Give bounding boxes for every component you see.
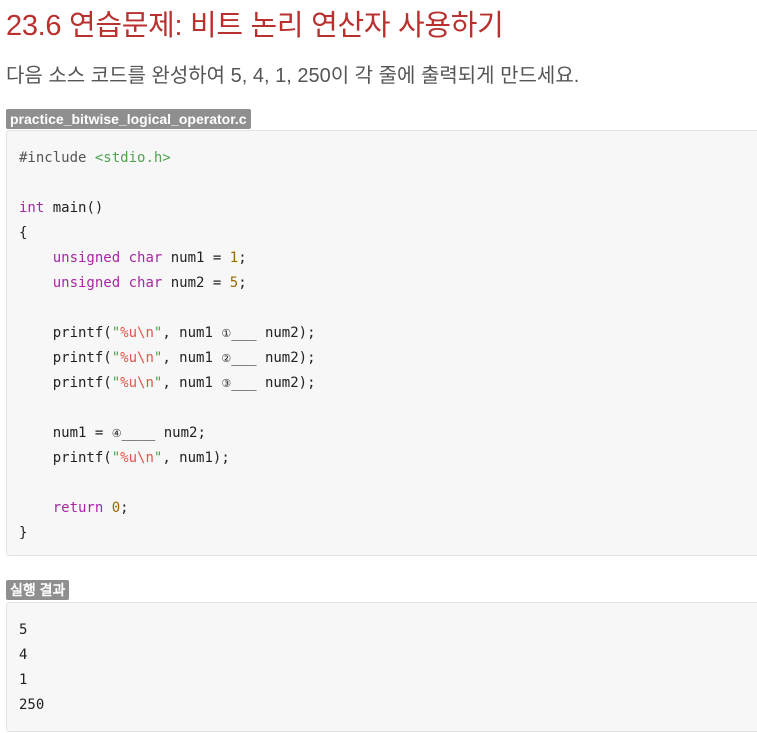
newline-escape: \n: [137, 375, 154, 391]
format-spec: %u: [120, 375, 138, 391]
format-spec: %u: [120, 350, 138, 366]
num1-value: 1: [229, 250, 239, 266]
source-code-block[interactable]: #include <stdio.h> int main() { unsigned…: [6, 130, 757, 556]
output-line: 250: [19, 697, 45, 713]
assign-prefix: num1 =: [52, 425, 112, 441]
printf-args-suffix: num2);: [256, 350, 316, 366]
output-block[interactable]: 5 4 1 250: [6, 602, 757, 732]
blank-3: ___: [231, 375, 257, 391]
quote: ": [111, 450, 121, 466]
newline-escape: \n: [137, 325, 154, 341]
quote: ": [111, 350, 121, 366]
printf-args-suffix: num2);: [256, 375, 316, 391]
newline-escape: \n: [137, 350, 154, 366]
blank-1: ___: [231, 325, 257, 341]
exercise-description: 다음 소스 코드를 완성하여 5, 4, 1, 250이 각 줄에 출력되게 만…: [6, 65, 580, 87]
printf-call: printf(: [52, 350, 112, 366]
blank-4: ____: [121, 425, 156, 441]
main-signature: main(): [52, 200, 104, 216]
printf-args-prefix: , num1: [162, 375, 222, 391]
char-keyword: char: [128, 275, 163, 291]
result-tag: 실행 결과: [6, 580, 70, 600]
int-keyword: int: [19, 200, 45, 216]
num1-declaration: num1 =: [170, 250, 230, 266]
printf-args-prefix: , num1: [162, 350, 222, 366]
unsigned-keyword: unsigned: [52, 250, 121, 266]
return-value: 0: [111, 500, 121, 516]
source-code: #include <stdio.h> int main() { unsigned…: [7, 131, 757, 561]
assign-suffix: num2;: [155, 425, 206, 441]
num2-value: 5: [229, 275, 239, 291]
semicolon: ;: [120, 500, 129, 516]
output-text: 5 4 1 250: [7, 603, 757, 733]
blank-2-marker: ②: [221, 352, 232, 365]
blank-3-marker: ③: [221, 377, 232, 390]
quote: ": [111, 325, 121, 341]
close-brace: }: [19, 525, 28, 541]
blank-2: ___: [231, 350, 257, 366]
blank-4-marker: ④: [111, 427, 122, 440]
format-spec: %u: [120, 325, 138, 341]
semicolon: ;: [238, 275, 247, 291]
char-keyword: char: [128, 250, 163, 266]
semicolon: ;: [238, 250, 247, 266]
output-line: 1: [19, 672, 28, 688]
printf-call: printf(: [52, 375, 112, 391]
printf-call: printf(: [52, 325, 112, 341]
unsigned-keyword: unsigned: [52, 275, 121, 291]
printf-last-args: , num1);: [162, 450, 230, 466]
open-brace: {: [19, 225, 28, 241]
include-header: <stdio.h>: [94, 150, 171, 166]
format-spec: %u: [120, 450, 138, 466]
blank-1-marker: ①: [221, 327, 232, 340]
page-title: 23.6 연습문제: 비트 논리 연산자 사용하기: [6, 10, 504, 42]
output-line: 4: [19, 647, 28, 663]
include-directive: #include: [19, 150, 87, 166]
printf-call: printf(: [52, 450, 112, 466]
source-filename-tag: practice_bitwise_logical_operator.c: [6, 109, 251, 129]
printf-args-prefix: , num1: [162, 325, 222, 341]
return-keyword: return: [52, 500, 104, 516]
quote: ": [111, 375, 121, 391]
newline-escape: \n: [137, 450, 154, 466]
printf-args-suffix: num2);: [256, 325, 316, 341]
output-line: 5: [19, 622, 28, 638]
num2-declaration: num2 =: [170, 275, 230, 291]
